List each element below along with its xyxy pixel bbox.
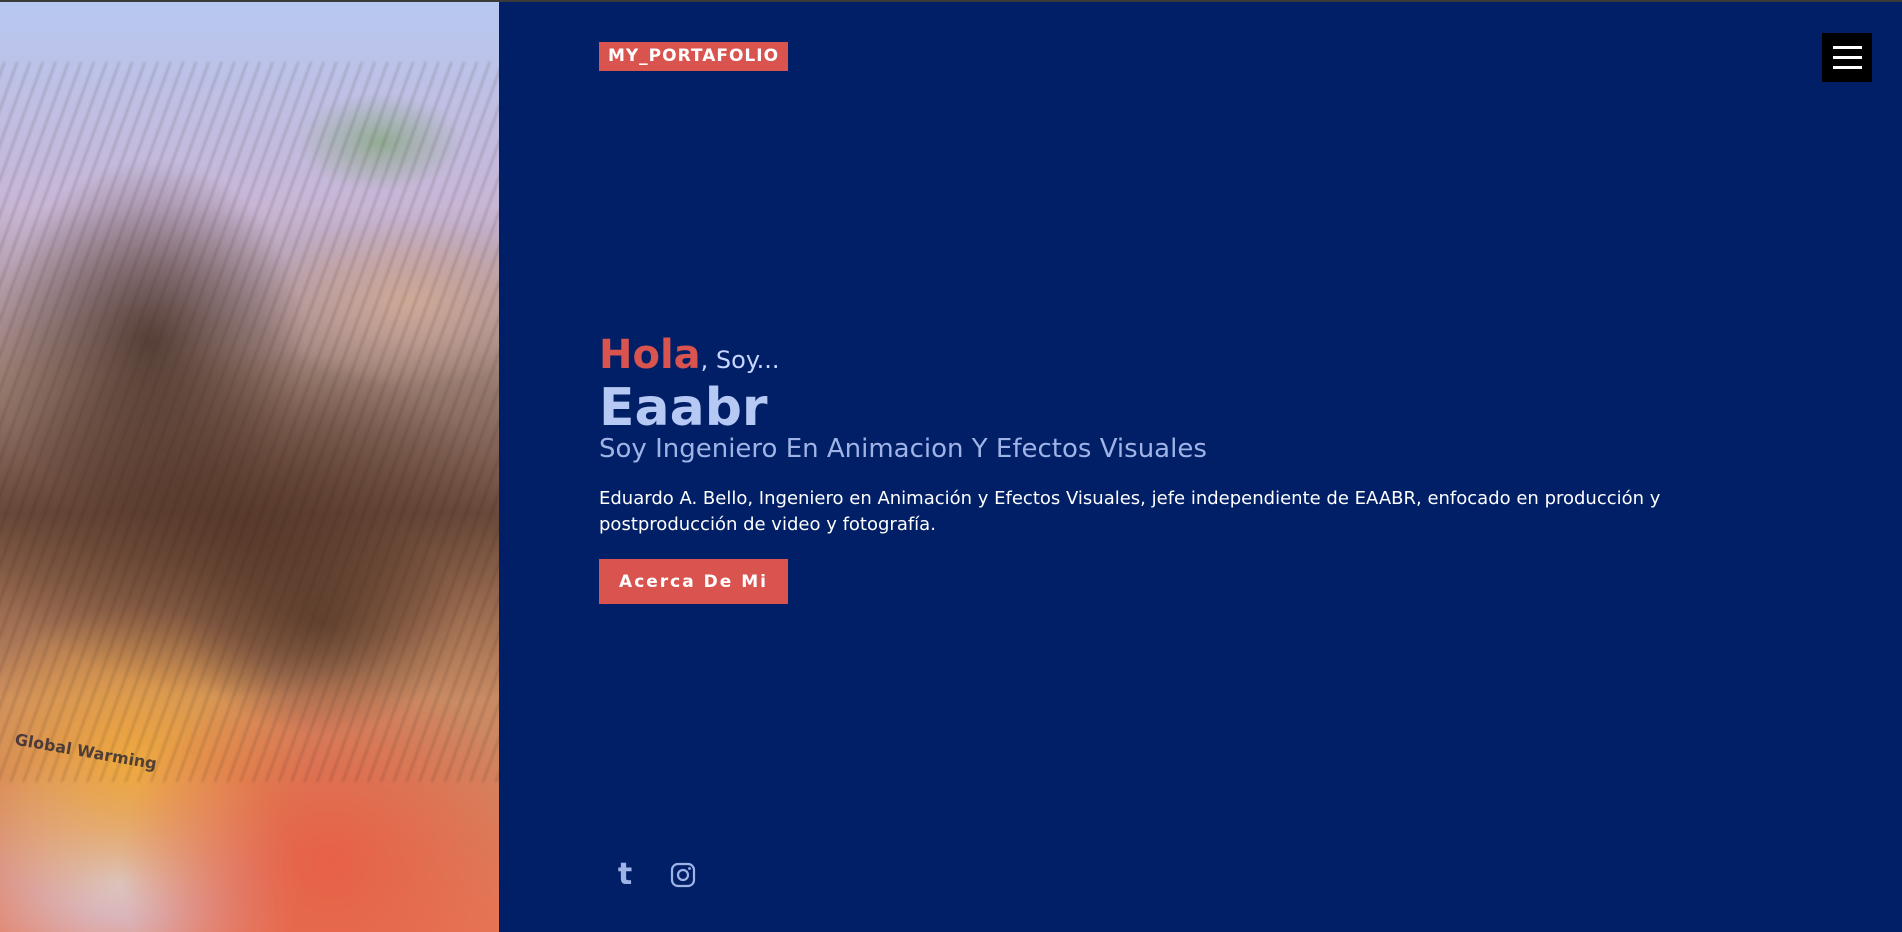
tumblr-icon[interactable]: t xyxy=(610,860,640,890)
hero-role: Soy Ingeniero En Animacion Y Efectos Vis… xyxy=(599,434,1207,464)
profile-photo: Global Warming xyxy=(0,2,499,932)
menu-button[interactable] xyxy=(1822,33,1872,82)
greeting: Hola, Soy... xyxy=(599,332,780,378)
site-logo[interactable]: MY_PORTAFOLIO xyxy=(599,42,788,71)
hero-name: Eaabr xyxy=(599,378,768,438)
photo-hair-layer xyxy=(0,62,499,782)
greeting-rest: , Soy... xyxy=(700,346,780,374)
instagram-icon[interactable] xyxy=(668,860,698,890)
hero-description: Eduardo A. Bello, Ingeniero en Animación… xyxy=(599,488,1661,535)
greeting-accent: Hola xyxy=(599,332,701,378)
about-me-button[interactable]: Acerca De Mi xyxy=(599,559,788,604)
